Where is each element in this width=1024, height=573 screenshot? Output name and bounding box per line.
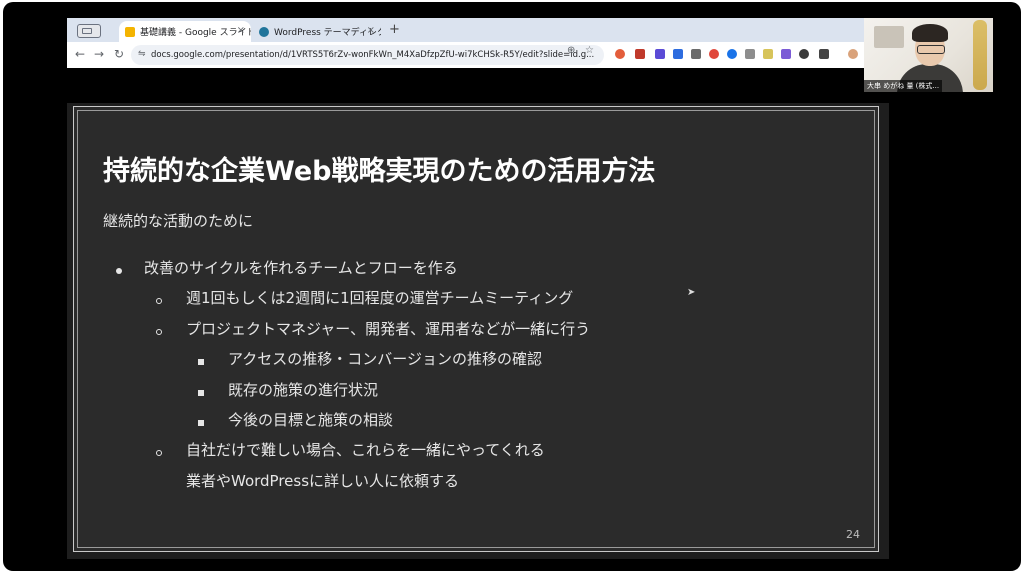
extension-icon[interactable] xyxy=(781,49,791,59)
bullet-level1: 改善のサイクルを作れるチームとフローを作る xyxy=(144,259,458,277)
bullet-square-marker xyxy=(198,420,204,426)
tab-close-icon[interactable]: × xyxy=(237,25,245,36)
presenter-name-label: 大串 めがね 量 (株式... xyxy=(864,80,943,92)
presentation-slide: 持続的な企業Web戦略実現のための活用方法 継続的な活動のために 改善のサイクル… xyxy=(73,106,879,552)
extension-icon[interactable] xyxy=(727,49,737,59)
url-text: docs.google.com/presentation/d/1VRTS5T6r… xyxy=(151,50,595,60)
extension-icon[interactable] xyxy=(799,49,809,59)
site-info-icon[interactable]: ⇋ xyxy=(138,49,146,59)
bookmark-star-icon[interactable]: ☆ xyxy=(585,45,594,56)
browser-toolbar: ← → ↻ ⇋ docs.google.com/presentation/d/1… xyxy=(67,42,864,68)
slide-subtitle: 継続的な活動のために xyxy=(103,212,254,230)
background-shelf xyxy=(874,26,904,48)
tab-google-slides[interactable]: 基礎講義 - Google スライド × xyxy=(119,21,251,42)
slides-favicon-icon xyxy=(125,26,135,37)
extension-icon[interactable] xyxy=(691,49,701,59)
background-plant xyxy=(973,20,987,90)
wordpress-favicon-icon xyxy=(259,26,269,37)
bullet-level2-continuation: 業者やWordPressに詳しい人に依頼する xyxy=(186,472,460,490)
presenter-glasses xyxy=(917,45,945,54)
extension-icon[interactable] xyxy=(709,49,719,59)
bullet-level3: アクセスの推移・コンバージョンの推移の確認 xyxy=(228,350,542,368)
extension-icon[interactable] xyxy=(615,49,625,59)
profile-avatar[interactable] xyxy=(848,49,858,59)
tab-wordpress-themes[interactable]: WordPress テーマディレクトリ × xyxy=(253,21,381,42)
bullet-level2: 自社だけで難しい場合、これらを一緒にやってくれる xyxy=(186,441,545,459)
presenter-hair xyxy=(912,24,948,42)
bullet-level2: プロジェクトマネジャー、開発者、運用者などが一緒に行う xyxy=(186,320,591,338)
bullet-circle-marker xyxy=(156,298,162,304)
bullet-level3: 今後の目標と施策の相談 xyxy=(228,411,394,429)
reload-icon[interactable]: ↻ xyxy=(114,47,124,61)
extension-icon[interactable] xyxy=(655,49,665,59)
bullet-level2: 週1回もしくは2週間に1回程度の運営チームミーティング xyxy=(186,289,574,307)
back-icon[interactable]: ← xyxy=(75,47,85,61)
extension-icon[interactable] xyxy=(673,49,683,59)
new-tab-button[interactable]: + xyxy=(389,22,400,37)
address-bar[interactable]: ⇋ docs.google.com/presentation/d/1VRTS5T… xyxy=(131,45,604,65)
slide-page-number: 24 xyxy=(846,528,860,541)
extension-icon[interactable] xyxy=(745,49,755,59)
bullet-level3: 既存の施策の進行状況 xyxy=(228,381,379,399)
tab-label: WordPress テーマディレクトリ xyxy=(274,28,381,38)
extension-icon[interactable] xyxy=(763,49,773,59)
zoom-icon[interactable]: ⊕ xyxy=(567,45,575,56)
extension-icon[interactable] xyxy=(635,49,645,59)
screen-frame: 基礎講義 - Google スライド × WordPress テーマディレクトリ… xyxy=(3,2,1021,571)
forward-icon[interactable]: → xyxy=(94,47,104,61)
slide-title: 持続的な企業Web戦略実現のための活用方法 xyxy=(103,156,656,187)
browser-tabstrip: 基礎講義 - Google スライド × WordPress テーマディレクトリ… xyxy=(67,18,864,42)
extensions-puzzle-icon[interactable] xyxy=(819,49,829,59)
tab-label: 基礎講義 - Google スライド xyxy=(140,28,251,38)
bullet-circle-marker xyxy=(156,329,162,335)
webcam-video: 大串 めがね 量 (株式... xyxy=(864,18,993,92)
mouse-cursor-icon: ➤ xyxy=(687,287,696,298)
window-switch-icon[interactable] xyxy=(77,24,101,38)
bullet-disc-marker xyxy=(116,268,122,274)
bullet-square-marker xyxy=(198,359,204,365)
bullet-circle-marker xyxy=(156,450,162,456)
tab-close-icon[interactable]: × xyxy=(367,25,375,36)
bullet-square-marker xyxy=(198,390,204,396)
